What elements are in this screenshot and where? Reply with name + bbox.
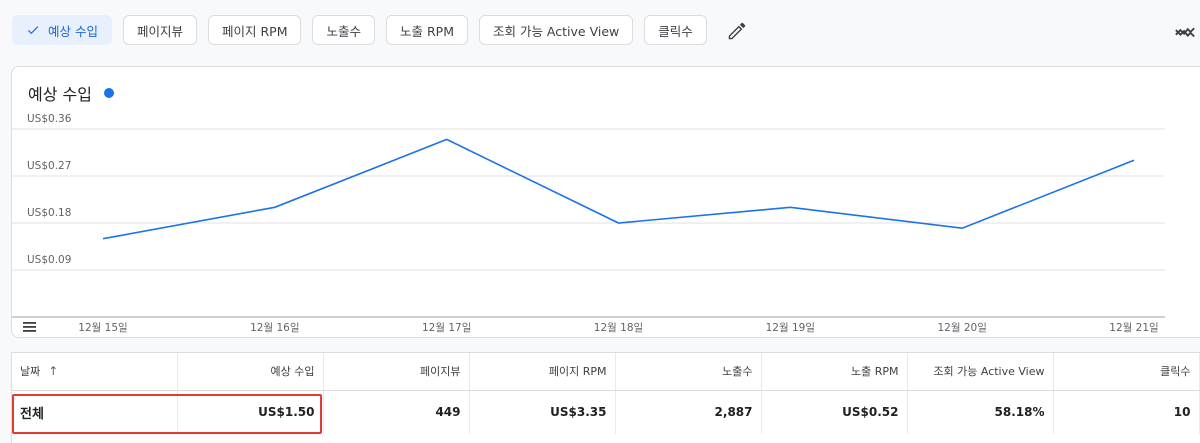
summary-table: 날짜 ↑ 예상 수입 페이지뷰 페이지 RPM 노출수 노출 RPM 조회 가능 … [12, 353, 1200, 434]
chip-impressions[interactable]: 노출수 [312, 15, 375, 45]
cell-page-views: 449 [323, 390, 469, 434]
column-header-date[interactable]: 날짜 ↑ [12, 353, 177, 390]
metric-chip-bar: 예상 수입 페이지뷰 페이지 RPM 노출수 노출 RPM 조회 가능 Acti… [12, 14, 718, 46]
chip-label: 조회 가능 Active View [493, 21, 619, 40]
chip-label: 노출수 [326, 21, 361, 40]
series-line [103, 139, 1134, 238]
pencil-icon[interactable] [726, 20, 748, 42]
chart-card: 예상 수입 US$0.36US$0.27US$0.18US$0.0912월 15… [11, 66, 1200, 338]
x-tick-label: 12월 15일 [78, 321, 127, 334]
column-header-impression-rpm[interactable]: 노출 RPM [761, 353, 907, 390]
column-header-impressions[interactable]: 노출수 [615, 353, 761, 390]
chip-clicks[interactable]: 클릭수 [644, 15, 707, 45]
chip-active-view[interactable]: 조회 가능 Active View [479, 15, 633, 45]
cell-page-rpm: US$3.35 [469, 390, 615, 434]
chip-impression-rpm[interactable]: 노출 RPM [386, 15, 468, 45]
chip-page-views[interactable]: 페이지뷰 [123, 15, 197, 45]
table-row-total: 전체 US$1.50 449 US$3.35 2,887 US$0.52 58.… [12, 390, 1199, 434]
x-tick-label: 12월 16일 [250, 321, 299, 334]
column-header-clicks[interactable]: 클릭수 [1053, 353, 1199, 390]
y-tick-label: US$0.18 [27, 207, 71, 219]
column-header-active-view[interactable]: 조회 가능 Active View [907, 353, 1053, 390]
chip-page-rpm[interactable]: 페이지 RPM [208, 15, 301, 45]
chip-label: 페이지뷰 [137, 21, 183, 40]
column-header-label: 날짜 [20, 365, 40, 378]
trend-icon[interactable] [1174, 20, 1196, 42]
arrow-up-icon[interactable]: ↑ [48, 364, 58, 378]
line-chart: US$0.36 US$0.27 US$0.18 US$0.09 12월 15일 12월 1… [12, 67, 1200, 339]
check-icon [26, 23, 40, 37]
y-tick-label: US$0.36 [27, 113, 72, 125]
chip-label: 예상 수입 [48, 21, 98, 40]
chip-label: 노출 RPM [400, 21, 454, 40]
x-tick-label: 12월 17일 [422, 321, 471, 334]
chip-label: 클릭수 [658, 21, 693, 40]
chip-estimated-earnings[interactable]: 예상 수입 [12, 15, 112, 45]
x-tick-label: 12월 20일 [937, 321, 986, 334]
x-tick-label: 12월 19일 [766, 321, 815, 334]
cell-active-view: 58.18% [907, 390, 1053, 434]
menu-icon[interactable] [22, 320, 38, 334]
cell-impressions: 2,887 [615, 390, 761, 434]
y-tick-label: US$0.27 [27, 160, 71, 172]
x-tick-label: 12월 18일 [594, 321, 643, 334]
column-header-page-rpm[interactable]: 페이지 RPM [469, 353, 615, 390]
y-tick-label: US$0.09 [27, 254, 71, 266]
cell-impression-rpm: US$0.52 [761, 390, 907, 434]
chip-label: 페이지 RPM [222, 21, 287, 40]
x-tick-label: 12월 21일 [1109, 321, 1158, 334]
cell-date: 전체 [12, 390, 177, 434]
summary-table-card: 날짜 ↑ 예상 수입 페이지뷰 페이지 RPM 노출수 노출 RPM 조회 가능 … [11, 352, 1200, 443]
column-header-estimated-earnings[interactable]: 예상 수입 [177, 353, 323, 390]
cell-clicks: 10 [1053, 390, 1199, 434]
table-header-row: 날짜 ↑ 예상 수입 페이지뷰 페이지 RPM 노출수 노출 RPM 조회 가능 … [12, 353, 1199, 390]
cell-estimated-earnings: US$1.50 [177, 390, 323, 434]
column-header-page-views[interactable]: 페이지뷰 [323, 353, 469, 390]
